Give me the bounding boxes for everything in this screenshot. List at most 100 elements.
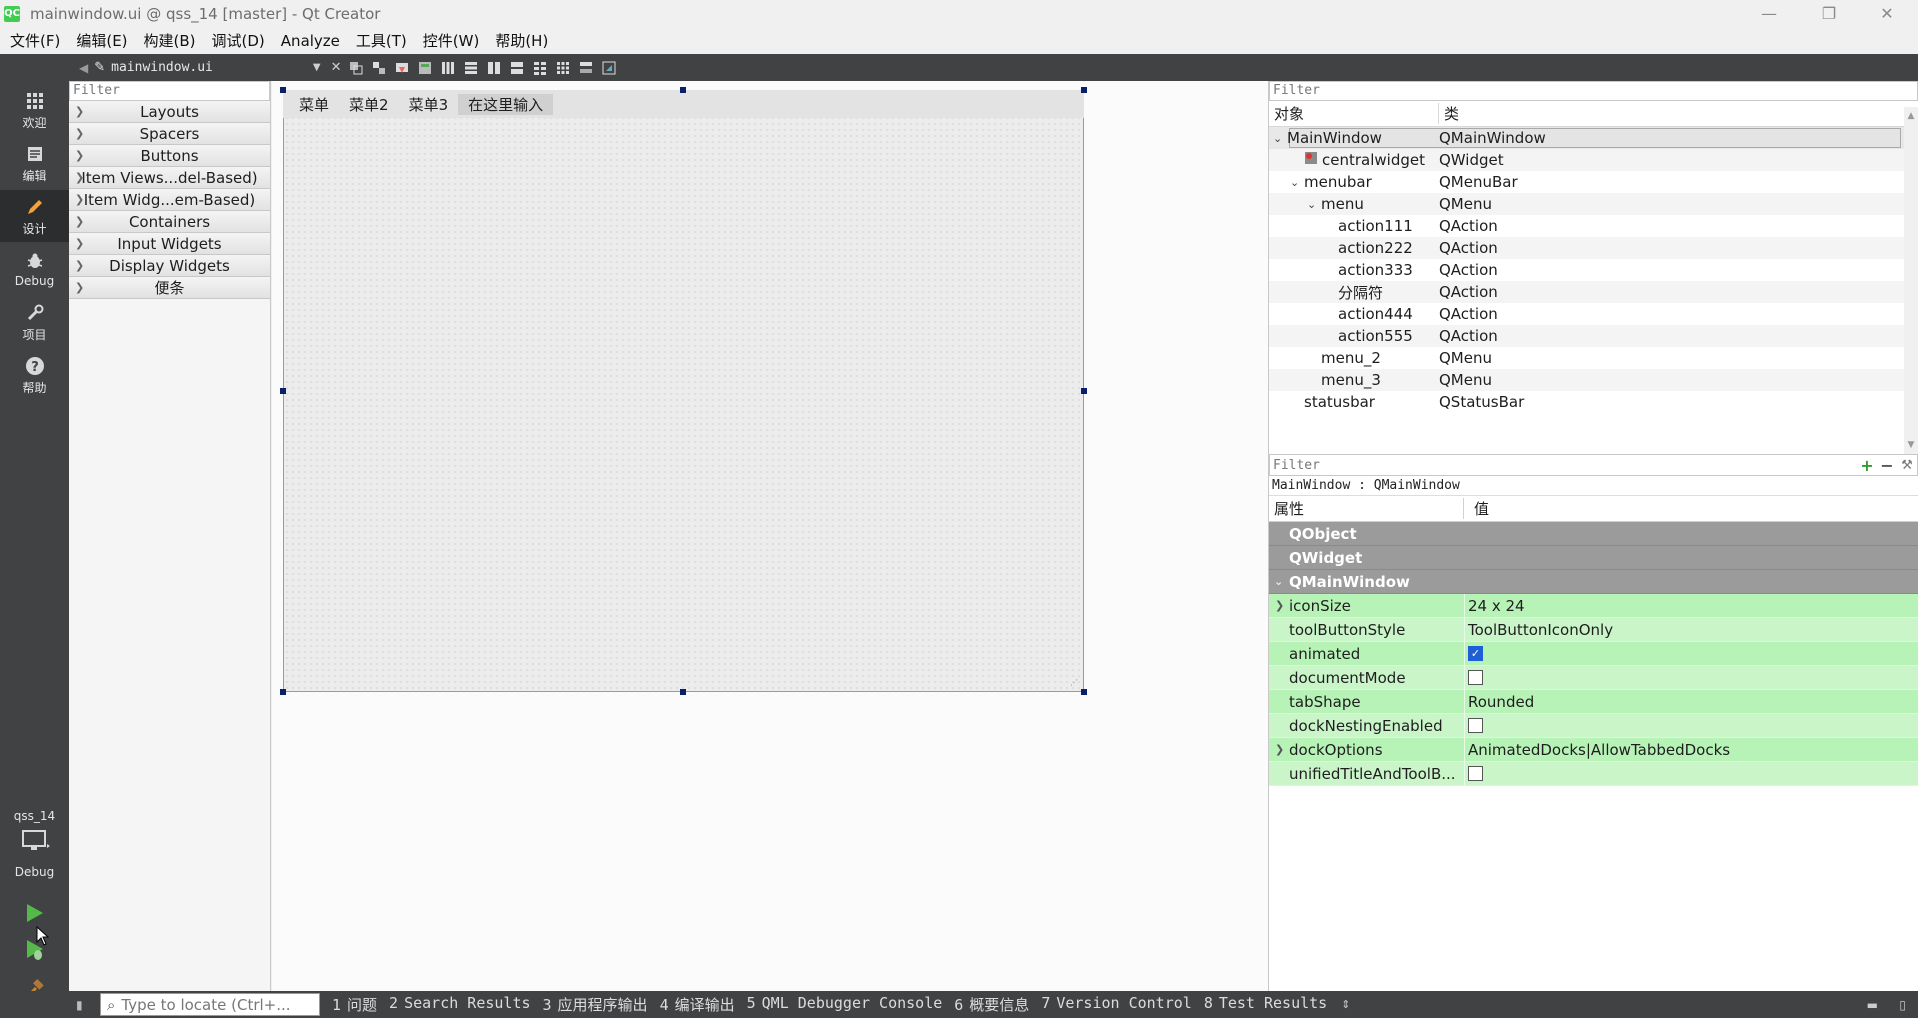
form-menu-item[interactable]: 菜单2 (339, 94, 399, 115)
layout-vertical-icon[interactable] (462, 59, 480, 77)
selection-handle[interactable] (680, 689, 686, 695)
output-pane-button[interactable]: 6 概要信息 (954, 994, 1029, 1015)
form-menu-bar[interactable]: 菜单 菜单2 菜单3 在这里输入 (283, 90, 1084, 118)
property-value[interactable] (1468, 670, 1483, 685)
property-checkbox[interactable]: ✓ (1468, 646, 1483, 661)
locator-input[interactable]: ⌕ Type to locate (Ctrl+... (100, 993, 320, 1016)
object-tree-row[interactable]: centralwidget QWidget (1269, 149, 1918, 171)
column-value[interactable]: 值 (1464, 498, 1489, 519)
property-group-qmainwindow[interactable]: ⌄ QMainWindow (1269, 570, 1918, 594)
property-checkbox[interactable] (1468, 718, 1483, 733)
remove-property-icon[interactable]: − (1877, 456, 1897, 475)
selection-handle[interactable] (280, 87, 286, 93)
mode-edit[interactable]: 编辑 (0, 137, 69, 189)
menu-edit[interactable]: 编辑(E) (68, 30, 135, 51)
add-property-icon[interactable]: + (1857, 456, 1877, 475)
property-group-qwidget[interactable]: QWidget (1269, 546, 1918, 570)
selection-handle[interactable] (1081, 388, 1087, 394)
widget-category-display-widgets[interactable]: ❯ Display Widgets (69, 255, 270, 277)
output-pane-button[interactable]: 5 QML Debugger Console (747, 994, 943, 1015)
toggle-sidebar-icon[interactable]: ▮ (76, 998, 83, 1012)
menu-controls[interactable]: 控件(W) (415, 30, 488, 51)
break-layout-icon[interactable] (577, 59, 595, 77)
edit-buddies-icon[interactable] (393, 59, 411, 77)
property-row-docknestingenabled[interactable]: dockNestingEnabled (1269, 714, 1918, 738)
widget-category-buttons[interactable]: ❯ Buttons (69, 145, 270, 167)
object-tree-row[interactable]: ⌄ menubar QMenuBar (1269, 171, 1918, 193)
chevron-right-icon[interactable]: ❯ (1275, 743, 1284, 756)
mode-help[interactable]: ? 帮助 (0, 349, 69, 401)
object-tree-row[interactable]: menu_3 QMenu (1269, 369, 1918, 391)
chevron-down-icon[interactable]: ⌄ (1290, 176, 1299, 189)
widget-category-item-widgets[interactable]: ❯ Item Widg...em-Based) (69, 189, 270, 211)
main-window-form[interactable] (283, 90, 1084, 692)
property-value[interactable]: 24 x 24 (1468, 597, 1525, 615)
selection-handle[interactable] (280, 689, 286, 695)
object-tree-row[interactable]: action444 QAction (1269, 303, 1918, 325)
configure-wrench-icon[interactable]: ⚒ (1897, 458, 1917, 473)
mode-projects[interactable]: 项目 (0, 296, 69, 348)
selection-handle[interactable] (280, 388, 286, 394)
output-pane-button[interactable]: 3 应用程序输出 (543, 994, 648, 1015)
layout-horizontal-icon[interactable] (439, 59, 457, 77)
object-tree-row[interactable]: action222 QAction (1269, 237, 1918, 259)
property-group-qobject[interactable]: QObject (1269, 522, 1918, 546)
scroll-down-icon[interactable]: ▼ (1908, 440, 1915, 450)
object-tree-row[interactable]: action333 QAction (1269, 259, 1918, 281)
form-menu-item[interactable]: 菜单 (289, 94, 339, 115)
chevron-down-icon[interactable]: ⌄ (1273, 132, 1282, 145)
output-pane-button[interactable]: 2 Search Results (389, 994, 530, 1015)
property-row-tabshape[interactable]: tabShape Rounded (1269, 690, 1918, 714)
widget-category-spacers[interactable]: ❯ Spacers (69, 123, 270, 145)
selection-handle[interactable] (1081, 87, 1087, 93)
property-value[interactable]: ✓ (1468, 646, 1483, 661)
menu-file[interactable]: 文件(F) (2, 30, 68, 51)
expand-output-icon[interactable]: ▯ (1899, 998, 1906, 1012)
run-button[interactable] (20, 899, 48, 927)
widget-category-item-views[interactable]: ❯ Item Views...del-Based) (69, 167, 270, 189)
property-row-toolbuttonstyle[interactable]: toolButtonStyle ToolButtonIconOnly (1269, 618, 1918, 642)
layout-grid-icon[interactable] (554, 59, 572, 77)
selection-handle[interactable] (1081, 689, 1087, 695)
object-tree-row[interactable]: ⌄ menu QMenu (1269, 193, 1918, 215)
size-grip-icon[interactable]: ⋰ (1070, 678, 1080, 688)
object-tree-row[interactable]: action555 QAction (1269, 325, 1918, 347)
selection-handle[interactable] (680, 87, 686, 93)
property-checkbox[interactable] (1468, 766, 1483, 781)
object-tree-row[interactable]: menu_2 QMenu (1269, 347, 1918, 369)
scroll-up-icon[interactable]: ▲ (1908, 111, 1915, 121)
progress-icon[interactable]: ▬ (1867, 998, 1878, 1012)
object-tree-row[interactable]: ⌄ MainWindow QMainWindow (1269, 127, 1918, 149)
debug-run-button[interactable] (20, 936, 48, 964)
chevron-down-icon[interactable]: ⌄ (1307, 198, 1316, 211)
mode-debug[interactable]: Debug (0, 243, 69, 295)
object-inspector-scrollbar[interactable]: ▲ ▼ (1904, 107, 1918, 454)
menu-build[interactable]: 构建(B) (136, 30, 204, 51)
mode-welcome[interactable]: 欢迎 (0, 84, 69, 136)
menu-analyze[interactable]: Analyze (273, 32, 348, 50)
layout-splitter-h-icon[interactable] (485, 59, 503, 77)
output-pane-button[interactable]: 1 问题 (332, 994, 377, 1015)
property-row-iconsize[interactable]: ❯ iconSize 24 x 24 (1269, 594, 1918, 618)
property-value[interactable] (1468, 766, 1483, 781)
property-row-unifiedtitleandtoolb[interactable]: unifiedTitleAndToolB... (1269, 762, 1918, 786)
restore-button[interactable]: ❐ (1806, 0, 1852, 27)
edit-tab-order-icon[interactable] (416, 59, 434, 77)
property-row-animated[interactable]: animated ✓ (1269, 642, 1918, 666)
more-panes-icon[interactable]: ⇕ (1341, 998, 1350, 1011)
open-document-name[interactable]: mainwindow.ui (111, 60, 213, 75)
object-tree-row[interactable]: action111 QAction (1269, 215, 1918, 237)
widget-category-layouts[interactable]: ❯ Layouts (69, 101, 270, 123)
column-property[interactable]: 属性 (1269, 498, 1464, 519)
object-tree-row[interactable]: 分隔符 QAction (1269, 281, 1918, 303)
widget-category-scratchpad[interactable]: ❯ 便条 (69, 277, 270, 299)
menu-tools[interactable]: 工具(T) (348, 30, 415, 51)
property-row-dockoptions[interactable]: ❯ dockOptions AnimatedDocks|AllowTabbedDoc… (1269, 738, 1918, 762)
close-document-button[interactable]: ✕ (331, 60, 342, 75)
doc-dropdown-chevron-icon[interactable]: ▼ (313, 62, 321, 73)
object-inspector-filter-input[interactable]: Filter (1269, 81, 1918, 101)
edit-signals-icon[interactable] (370, 59, 388, 77)
property-checkbox[interactable] (1468, 670, 1483, 685)
chevron-right-icon[interactable]: ❯ (1275, 599, 1284, 612)
property-filter-input[interactable]: Filter (1270, 458, 1857, 473)
